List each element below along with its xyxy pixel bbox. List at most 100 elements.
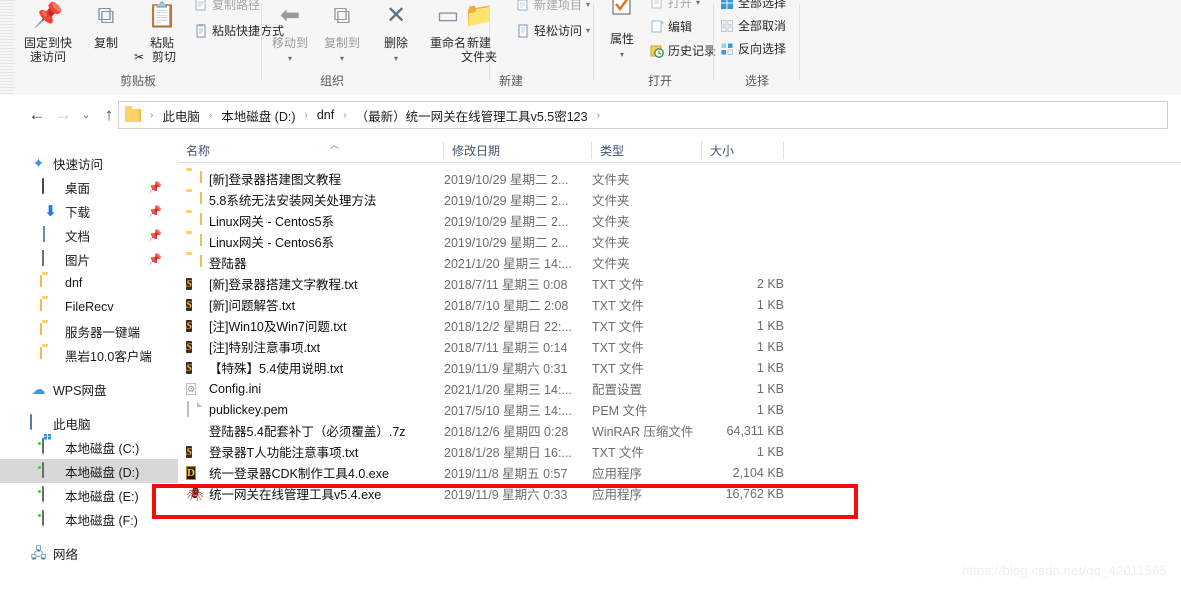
- back-arrow-icon[interactable]: ←: [24, 101, 50, 129]
- table-row[interactable]: 登陆器 2021/1/20 星期三 14:... 文件夹: [178, 252, 1181, 273]
- file-name-cell[interactable]: S 登录器T人功能注意事项.txt: [186, 441, 444, 462]
- table-row[interactable]: 登陆器5.4配套补丁（必须覆盖）.7z 2018/12/6 星期四 0:28 W…: [178, 420, 1181, 441]
- history-button[interactable]: 历史记录: [650, 42, 716, 59]
- file-name-cell[interactable]: 登陆器5.4配套补丁（必须覆盖）.7z: [186, 420, 444, 441]
- copy-to-button[interactable]: ⧉ 复制到 ▾: [314, 0, 370, 64]
- breadcrumb-item-2[interactable]: dnf: [315, 108, 336, 122]
- file-name-cell[interactable]: Linux网关 - Centos5系: [186, 210, 444, 231]
- easy-access-button[interactable]: 轻松访问 ▾: [516, 22, 590, 39]
- table-row[interactable]: [新]登录器搭建图文教程 2019/10/29 星期二 2... 文件夹: [178, 168, 1181, 189]
- sidebar-item-dnf[interactable]: dnf: [0, 271, 178, 295]
- sidebar-item-drive-d[interactable]: 本地磁盘 (D:): [0, 459, 178, 483]
- table-row[interactable]: publickey.pem 2017/5/10 星期三 14:... PEM 文…: [178, 399, 1181, 420]
- drive-icon: [42, 461, 59, 480]
- move-to-button[interactable]: ⬅ 移动到 ▾: [262, 0, 318, 64]
- navigation-pane[interactable]: ✦ 快速访问 桌面 📌 ⬇ 下载 📌 文档 📌 图片 📌 dnf FileRec…: [0, 137, 178, 590]
- file-name-cell[interactable]: publickey.pem: [186, 399, 444, 420]
- file-name-cell[interactable]: S 【特殊】5.4使用说明.txt: [186, 357, 444, 378]
- sidebar-item-drive-e[interactable]: 本地磁盘 (E:): [0, 483, 178, 507]
- new-folder-button[interactable]: 📁 新建 文件夹: [448, 0, 510, 64]
- copy-path-button[interactable]: 复制路径: [194, 0, 260, 13]
- ribbon-group-select: 全部选择 全部取消 反向选择 选择: [714, 0, 800, 94]
- column-header-date-modified[interactable]: 修改日期: [444, 137, 592, 163]
- open-button[interactable]: 打开 ▾: [650, 0, 700, 11]
- documents-icon: [42, 225, 59, 244]
- edit-button[interactable]: 编辑: [650, 18, 692, 35]
- breadcrumb-item-3[interactable]: （最新）统一网关在线管理工具v5.5密123: [354, 106, 590, 125]
- file-name-label: Linux网关 - Centos5系: [209, 215, 335, 229]
- sidebar-item-pictures[interactable]: 图片 📌: [0, 247, 178, 271]
- sidebar-item-network[interactable]: 🖧 网络: [0, 541, 178, 565]
- table-row[interactable]: S [新]登录器搭建文字教程.txt 2018/7/11 星期三 0:08 TX…: [178, 273, 1181, 294]
- select-none-button[interactable]: 全部取消: [720, 17, 786, 34]
- invert-selection-button[interactable]: 反向选择: [720, 40, 786, 57]
- folder-icon: [42, 347, 59, 364]
- watermark-text: https://blog.csdn.net/qq_42011565: [961, 563, 1167, 578]
- sidebar-item-heiyan-client[interactable]: 黑岩10.0客户端: [0, 343, 178, 367]
- file-name-cell[interactable]: S [注]特别注意事项.txt: [186, 336, 444, 357]
- column-header-size[interactable]: 大小: [702, 137, 784, 163]
- table-row[interactable]: S [注]Win10及Win7问题.txt 2018/12/2 星期日 22:.…: [178, 315, 1181, 336]
- column-divider[interactable]: [783, 141, 784, 159]
- file-name-cell[interactable]: S [新]登录器搭建文字教程.txt: [186, 273, 444, 294]
- table-row[interactable]: S [新]问题解答.txt 2018/7/10 星期二 2:08 TXT 文件 …: [178, 294, 1181, 315]
- sidebar-item-filerecv[interactable]: FileRecv: [0, 295, 178, 319]
- forward-arrow-icon[interactable]: →: [50, 101, 76, 129]
- file-name-cell[interactable]: 🕷 统一网关在线管理工具v5.4.exe: [186, 483, 444, 504]
- table-row[interactable]: S [注]特别注意事项.txt 2018/7/11 星期三 0:14 TXT 文…: [178, 336, 1181, 357]
- column-header-type[interactable]: 类型: [592, 137, 702, 163]
- properties-button[interactable]: 属性 ▾: [594, 0, 650, 60]
- breadcrumb[interactable]: › 此电脑 › 本地磁盘 (D:) › dnf › （最新）统一网关在线管理工具…: [118, 101, 1168, 129]
- file-list-pane[interactable]: ︿ 名称 修改日期 类型 大小 [新]登录器搭建图文教程 2019/10/29 …: [178, 137, 1181, 590]
- pem-file-icon: [186, 400, 202, 418]
- select-all-button[interactable]: 全部选择: [720, 0, 786, 11]
- paste-button[interactable]: 📋 粘贴: [134, 0, 190, 50]
- file-name-cell[interactable]: S [新]问题解答.txt: [186, 294, 444, 315]
- table-row[interactable]: 🕷 统一网关在线管理工具v5.4.exe 2019/11/9 星期六 0:33 …: [178, 483, 1181, 504]
- file-name-cell[interactable]: Linux网关 - Centos6系: [186, 231, 444, 252]
- sidebar-item-wps-cloud[interactable]: ☁ WPS网盘: [0, 377, 178, 401]
- sidebar-item-downloads[interactable]: ⬇ 下载 📌: [0, 199, 178, 223]
- pin-icon[interactable]: 📌: [148, 205, 162, 218]
- file-name-cell[interactable]: 5.8系统无法安装网关处理方法: [186, 189, 444, 210]
- sidebar-item-quick-access[interactable]: ✦ 快速访问: [0, 151, 178, 175]
- table-row[interactable]: S 登录器T人功能注意事项.txt 2018/1/28 星期日 16:... T…: [178, 441, 1181, 462]
- file-name-cell[interactable]: S [注]Win10及Win7问题.txt: [186, 315, 444, 336]
- ribbon-group-label-select: 选择: [744, 74, 769, 88]
- recent-locations-chevron-down-icon[interactable]: ⌄: [76, 101, 96, 129]
- table-row[interactable]: ⚙ Config.ini 2021/1/20 星期三 14:... 配置设置 1…: [178, 378, 1181, 399]
- sidebar-top-spacer: [0, 137, 178, 151]
- sidebar-item-drive-f[interactable]: 本地磁盘 (F:): [0, 507, 178, 531]
- file-type-cell: 应用程序: [592, 467, 643, 481]
- table-row[interactable]: S 【特殊】5.4使用说明.txt 2019/11/9 星期六 0:31 TXT…: [178, 357, 1181, 378]
- file-name-cell[interactable]: 登陆器: [186, 252, 444, 273]
- column-header-label: 修改日期: [452, 143, 501, 158]
- table-row[interactable]: Linux网关 - Centos6系 2019/10/29 星期二 2... 文…: [178, 231, 1181, 252]
- table-row[interactable]: 5.8系统无法安装网关处理方法 2019/10/29 星期二 2... 文件夹: [178, 189, 1181, 210]
- column-header-name[interactable]: ︿ 名称: [178, 137, 444, 163]
- table-row[interactable]: Linux网关 - Centos5系 2019/10/29 星期二 2... 文…: [178, 210, 1181, 231]
- sidebar-item-drive-c[interactable]: 本地磁盘 (C:): [0, 435, 178, 459]
- pin-icon[interactable]: 📌: [148, 181, 162, 194]
- file-name-cell[interactable]: D 统一登录器CDK制作工具4.0.exe: [186, 462, 444, 483]
- file-name-cell[interactable]: [新]登录器搭建图文教程: [186, 168, 444, 189]
- pin-to-quick-access-button[interactable]: 📌 固定到快 速访问: [20, 0, 76, 64]
- sidebar-item-desktop[interactable]: 桌面 📌: [0, 175, 178, 199]
- sidebar-item-documents[interactable]: 文档 📌: [0, 223, 178, 247]
- pin-icon[interactable]: 📌: [148, 229, 162, 242]
- breadcrumb-separator: ›: [150, 109, 154, 121]
- table-row[interactable]: D 统一登录器CDK制作工具4.0.exe 2019/11/8 星期五 0:57…: [178, 462, 1181, 483]
- file-size-cell: 64,311 KB: [726, 423, 784, 438]
- delete-button[interactable]: ✕ 删除 ▾: [368, 0, 424, 64]
- sidebar-item-server-package[interactable]: 服务器一键端: [0, 319, 178, 343]
- chevron-down-icon: ▾: [619, 50, 624, 59]
- breadcrumb-item-1[interactable]: 本地磁盘 (D:): [219, 106, 297, 125]
- pin-icon[interactable]: 📌: [148, 253, 162, 266]
- sidebar-item-this-pc[interactable]: 此电脑: [0, 411, 178, 435]
- cut-button[interactable]: ✂ 剪切: [134, 48, 176, 65]
- breadcrumb-item-0[interactable]: 此电脑: [160, 106, 202, 125]
- file-name-label: 统一登录器CDK制作工具4.0.exe: [209, 467, 389, 481]
- file-name-cell[interactable]: ⚙ Config.ini: [186, 378, 444, 399]
- new-item-button[interactable]: 新建项目 ▾: [516, 0, 590, 13]
- copy-button[interactable]: ⧉ 复制: [78, 0, 134, 50]
